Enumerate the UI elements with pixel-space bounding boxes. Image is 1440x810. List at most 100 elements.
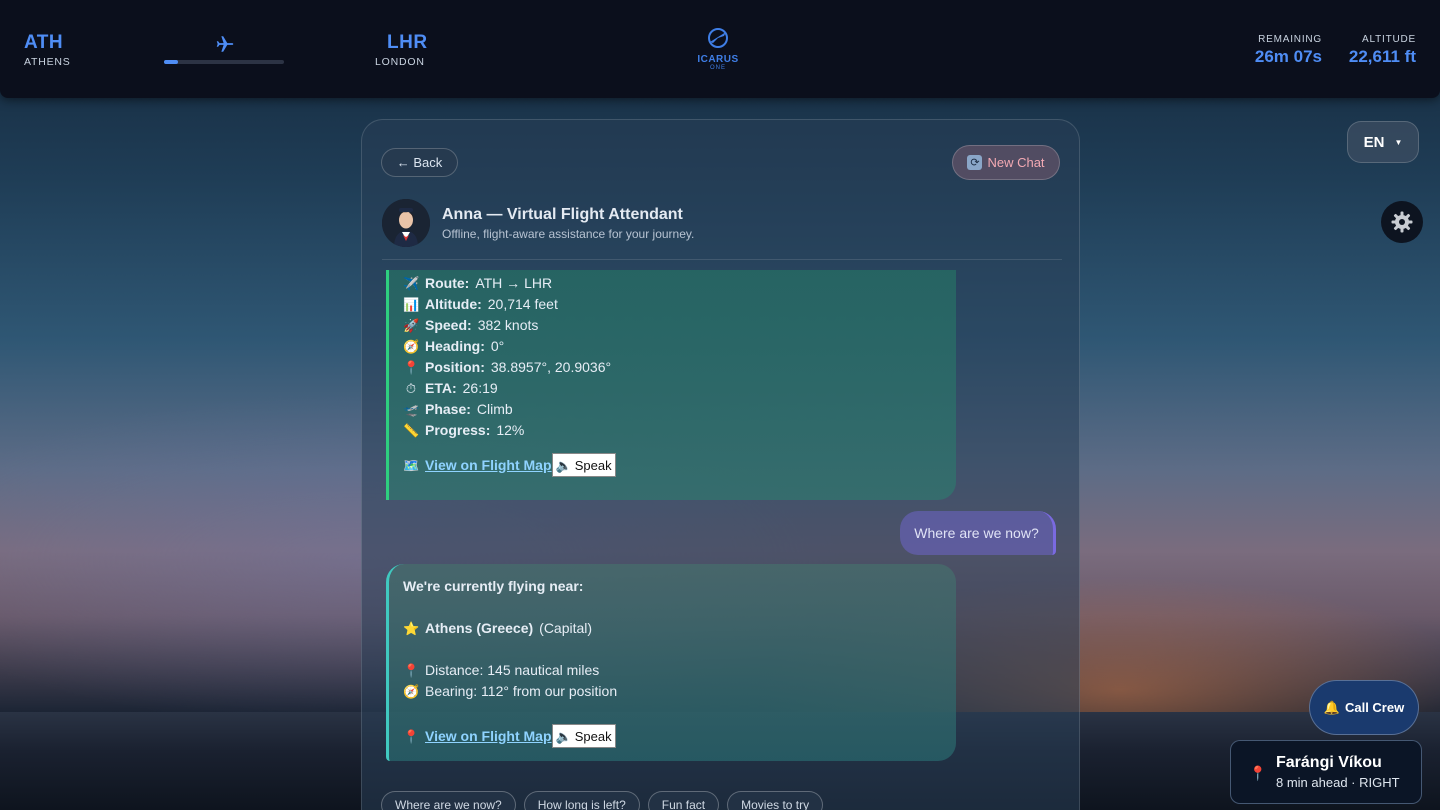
- reply-distance: 📍 Distance: 145 nautical miles: [403, 660, 956, 681]
- flight-info-icon: 📊: [403, 297, 420, 312]
- flight-info-icon: ⏱: [405, 381, 417, 396]
- flight-info-value: ATH → LHR: [475, 275, 553, 291]
- language-value: EN: [1363, 133, 1385, 151]
- flight-info-list: ✈️ Route: ATH → LHR 📊 Altitude: 20,714 feet 🚀 S…: [403, 273, 956, 441]
- bell-icon: 🔔: [1323, 699, 1340, 715]
- flight-info-row: ✈️ Route: ATH → LHR: [403, 273, 956, 294]
- flight-info-label: Heading:: [425, 338, 485, 354]
- route-progress-fill: [164, 60, 179, 64]
- flight-info-icon: ✈️: [403, 276, 420, 291]
- destination-code: LHR: [387, 32, 428, 53]
- flight-header: ATH ATHENS LHR LONDON ICARUS ONE REMAINI…: [0, 0, 1440, 98]
- flight-info-label: Position:: [425, 359, 485, 375]
- flight-info-value: 20,714 feet: [487, 296, 558, 312]
- reply-heading: We're currently flying near:: [403, 578, 584, 594]
- suggestion-chip[interactable]: Movies to try: [727, 791, 824, 810]
- chevron-down-icon: ▼: [1394, 137, 1403, 147]
- flight-info-icon: 🧭: [403, 339, 420, 354]
- pin-icon: 📍: [403, 728, 420, 744]
- logo-text: ICARUS: [697, 54, 739, 65]
- gear-icon: [1391, 211, 1413, 233]
- destination-name: LONDON: [375, 56, 425, 68]
- speak-button[interactable]: 🔈 Speak: [551, 724, 616, 748]
- view-flight-map-link[interactable]: View on Flight Map: [425, 455, 552, 476]
- suggestion-chips: Where are we now? How long is left? Fun fa…: [381, 791, 824, 810]
- speaker-icon: 🔈: [555, 728, 572, 744]
- flight-info-icon: 📍: [403, 360, 420, 375]
- back-button[interactable]: ← Back: [381, 148, 458, 177]
- plane-icon: [216, 36, 234, 52]
- flight-info-row: 📏 Progress: 12%: [403, 420, 956, 441]
- altitude-label: ALTITUDE: [1362, 34, 1416, 45]
- flight-info-value: 26:19: [462, 380, 498, 396]
- new-chat-button[interactable]: ⟳ New Chat: [952, 145, 1060, 180]
- flight-attendant-avatar-icon: [382, 199, 430, 247]
- assistant-message-location: We're currently flying near: ⭐ Athens (G…: [386, 564, 956, 761]
- agent-name: Anna — Virtual Flight Attendant: [442, 206, 683, 223]
- flight-info-value: 12%: [496, 422, 525, 438]
- message-actions: 🗺️ View on Flight Map 🔈 Speak: [403, 453, 956, 477]
- flight-info-label: Altitude:: [425, 296, 482, 312]
- logo-subtext: ONE: [709, 65, 726, 71]
- poi-subtitle: 8 min ahead · RIGHT: [1276, 775, 1400, 790]
- compass-icon: 🧭: [403, 684, 420, 699]
- flight-info-icon: 🛫: [403, 402, 420, 417]
- suggestion-chip[interactable]: How long is left?: [523, 791, 640, 810]
- avatar: [382, 199, 430, 247]
- header-divider: [382, 259, 1062, 260]
- refresh-icon: ⟳: [967, 155, 983, 170]
- route-progress-bar: [164, 60, 284, 64]
- poi-name: Farángi Víkou: [1276, 754, 1382, 771]
- star-icon: ⭐: [403, 621, 420, 636]
- language-selector[interactable]: EN ▼: [1347, 121, 1419, 163]
- reply-place-note: (Capital): [539, 620, 593, 636]
- speaker-icon: 🔈: [555, 457, 572, 473]
- altitude-value: 22,611 ft: [1348, 47, 1416, 66]
- origin-name: ATHENS: [24, 56, 71, 68]
- speak-label: Speak: [574, 728, 612, 744]
- view-flight-map-link[interactable]: View on Flight Map: [425, 726, 552, 747]
- reply-bearing: 🧭 Bearing: 112° from our position: [403, 681, 956, 702]
- flight-info-icon: 📏: [403, 423, 420, 438]
- reply-distance-text: Distance: 145 nautical miles: [425, 662, 600, 678]
- flight-info-icon: 🚀: [403, 318, 420, 333]
- settings-button[interactable]: [1381, 201, 1423, 243]
- flight-info-row: 📊 Altitude: 20,714 feet: [403, 294, 956, 315]
- pin-icon: 📍: [403, 663, 420, 678]
- flight-info-label: Speed:: [425, 317, 472, 333]
- suggestion-chip[interactable]: Fun fact: [647, 791, 720, 810]
- icarus-logo: ICARUS ONE: [690, 26, 746, 72]
- speak-label: Speak: [574, 457, 612, 473]
- flight-info-value: 382 knots: [477, 317, 539, 333]
- remaining-label: REMAINING: [1258, 34, 1322, 45]
- origin-code: ATH: [24, 32, 64, 53]
- poi-card[interactable]: 📍 Farángi Víkou 8 min ahead · RIGHT: [1230, 740, 1422, 804]
- flight-info-label: Route:: [425, 275, 470, 291]
- remaining-value: 26m 07s: [1254, 47, 1322, 66]
- flight-info-row: 🧭 Heading: 0°: [403, 336, 956, 357]
- reply-place-name: Athens (Greece): [425, 620, 534, 636]
- flight-info-row: 🚀 Speed: 382 knots: [403, 315, 956, 336]
- flight-info-label: ETA:: [425, 380, 457, 396]
- call-crew-button[interactable]: 🔔 Call Crew: [1309, 680, 1419, 735]
- call-crew-label: Call Crew: [1344, 700, 1405, 715]
- map-icon: 🗺️: [403, 457, 420, 473]
- flight-info-value: Climb: [476, 401, 513, 417]
- flight-info-label: Phase:: [425, 401, 471, 417]
- agent-subtitle: Offline, flight-aware assistance for you…: [442, 227, 695, 241]
- new-chat-label: New Chat: [987, 155, 1045, 170]
- chat-panel: ← Back ⟳ New Chat Anna — Virtual Flight …: [361, 119, 1080, 810]
- flight-info-row: 📍 Position: 38.8957°, 20.9036°: [403, 357, 956, 378]
- flight-info-label: Progress:: [425, 422, 491, 438]
- flight-info-value: 38.8957°, 20.9036°: [490, 359, 612, 375]
- reply-place: ⭐ Athens (Greece) (Capital): [403, 618, 956, 639]
- flight-info-value: 0°: [490, 338, 505, 354]
- flight-info-row: 🛫 Phase: Climb: [403, 399, 956, 420]
- message-actions: 📍 View on Flight Map 🔈 Speak: [403, 724, 956, 748]
- logo-plane-icon: [708, 28, 728, 48]
- pin-icon: 📍: [1249, 765, 1267, 781]
- suggestion-chip[interactable]: Where are we now?: [381, 791, 516, 810]
- user-message: Where are we now?: [900, 511, 1056, 555]
- flight-info-row: ⏱ ETA: 26:19: [403, 378, 956, 399]
- speak-button[interactable]: 🔈 Speak: [551, 453, 616, 477]
